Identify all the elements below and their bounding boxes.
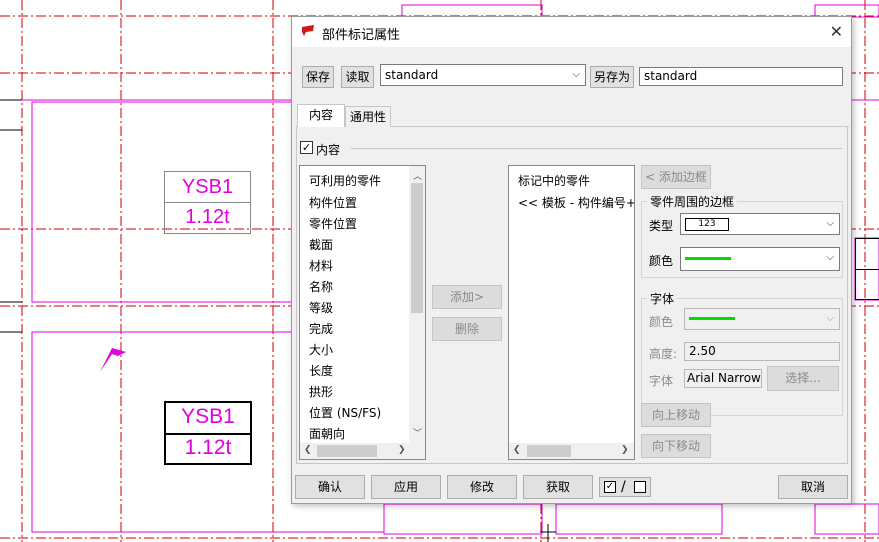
scroll-thumb[interactable] <box>317 445 377 457</box>
list-item[interactable]: 截面 <box>309 236 333 253</box>
available-parts-header: 可利用的零件 <box>309 174 382 188</box>
content-checkbox[interactable]: ✓ <box>300 141 313 154</box>
scroll-left-icon[interactable]: ❮ <box>304 445 312 455</box>
add-button[interactable]: 添加> <box>432 285 502 309</box>
font-name-field[interactable]: Arial Narrow <box>684 369 762 388</box>
list-item[interactable]: << 模板 - 构件编号+ <box>518 194 634 211</box>
available-parts-list[interactable]: 可利用的零件 构件位置 零件位置 截面 材料 名称 等级 完成 大小 长度 拱形… <box>299 165 426 460</box>
scroll-down-icon[interactable]: ﹀ <box>413 426 422 439</box>
save-as-button[interactable]: 另存为 <box>590 66 634 88</box>
add-frame-button[interactable]: < 添加边框 <box>641 165 711 189</box>
list-item[interactable]: 零件位置 <box>309 215 357 232</box>
list-item[interactable]: 材料 <box>309 257 333 274</box>
mark-parts-list[interactable]: 标记中的零件 << 模板 - 构件编号+ ❮ ❯ <box>508 165 635 460</box>
font-height-label: 高度: <box>649 347 678 361</box>
frame-color-label: 颜色 <box>649 254 674 268</box>
part-mark-properties-dialog[interactable]: 部件标记属性 ✕ 保存 读取 standard ⌵ 另存为 standard 内… <box>291 16 852 504</box>
scroll-thumb[interactable] <box>411 183 423 313</box>
scroll-right-icon[interactable]: ❯ <box>398 445 406 455</box>
toggle-all-button[interactable]: ✓ / <box>599 477 651 497</box>
part-mark-1-weight: 1.12t <box>185 206 230 228</box>
font-group-title: 字体 <box>647 290 678 307</box>
load-button[interactable]: 读取 <box>341 66 374 88</box>
frame-type-label: 类型 <box>649 219 674 233</box>
scroll-thumb[interactable] <box>527 445 571 457</box>
available-horizontal-scrollbar[interactable]: ❮ ❯ <box>300 443 411 459</box>
list-item[interactable]: 完成 <box>309 320 333 337</box>
list-item[interactable]: 大小 <box>309 341 333 358</box>
chevron-down-icon: ⌵ <box>826 252 834 263</box>
part-mark-2-name: YSB1 <box>181 405 235 428</box>
content-separator <box>351 148 842 149</box>
list-item[interactable]: 名称 <box>309 278 333 295</box>
frame-type-swatch: 123 <box>685 218 729 231</box>
font-name-label: 字体 <box>649 374 674 388</box>
ok-button[interactable]: 确认 <box>295 475 365 499</box>
save-as-field[interactable]: standard <box>639 67 843 86</box>
scroll-up-icon[interactable]: ︿ <box>413 169 422 182</box>
list-item[interactable]: 面朝向 <box>309 425 345 442</box>
frame-type-select[interactable]: 123 ⌵ <box>680 213 840 235</box>
dialog-title: 部件标记属性 <box>322 28 401 43</box>
content-checkbox-label: 内容 <box>316 143 341 157</box>
tab-content[interactable]: 内容 <box>297 104 345 128</box>
part-mark-1-name: YSB1 <box>181 176 234 198</box>
scroll-left-icon[interactable]: ❮ <box>513 445 521 455</box>
frame-color-select[interactable]: ⌵ <box>680 247 840 271</box>
part-mark-2-weight: 1.12t <box>184 436 232 459</box>
move-down-button[interactable]: 向下移动 <box>641 434 711 458</box>
app-icon <box>302 25 314 36</box>
move-up-button[interactable]: 向上移动 <box>641 403 711 427</box>
footer-bar: 确认 应用 修改 获取 ✓ / 取消 <box>292 469 851 504</box>
cancel-button[interactable]: 取消 <box>778 475 848 499</box>
font-color-swatch <box>689 317 735 320</box>
close-icon[interactable]: ✕ <box>830 22 843 41</box>
available-vertical-scrollbar[interactable]: ︿ ﹀ <box>409 166 425 443</box>
get-button[interactable]: 获取 <box>523 475 593 499</box>
chevron-down-icon: ⌵ <box>572 69 580 80</box>
frame-group-title: 零件周围的边框 <box>647 193 738 210</box>
apply-button[interactable]: 应用 <box>371 475 441 499</box>
save-button[interactable]: 保存 <box>302 66 334 88</box>
preset-value: standard <box>385 68 439 82</box>
list-item[interactable]: 位置 (NS/FS) <box>309 404 381 421</box>
list-item[interactable]: 等级 <box>309 299 333 316</box>
toggle-separator: / <box>621 479 626 495</box>
preset-select[interactable]: standard ⌵ <box>380 64 586 86</box>
modify-button[interactable]: 修改 <box>447 475 517 499</box>
checked-box-icon: ✓ <box>604 481 616 493</box>
list-item[interactable]: 长度 <box>309 362 333 379</box>
mark-horizontal-scrollbar[interactable]: ❮ ❯ <box>509 443 634 459</box>
title-bar[interactable]: 部件标记属性 ✕ <box>292 17 851 47</box>
chevron-down-icon: ⌵ <box>826 313 834 324</box>
scroll-corner <box>409 443 425 459</box>
font-color-label: 颜色 <box>649 315 674 329</box>
chevron-down-icon: ⌵ <box>826 218 834 229</box>
unchecked-box-icon <box>634 481 646 493</box>
section-arrow-icon <box>100 348 126 372</box>
font-name-value: Arial Narrow <box>687 371 761 385</box>
font-height-field[interactable]: 2.50 <box>684 342 840 361</box>
mark-parts-header: 标记中的零件 <box>518 174 591 188</box>
font-height-value: 2.50 <box>689 344 716 358</box>
list-item[interactable]: 拱形 <box>309 383 333 400</box>
scroll-right-icon[interactable]: ❯ <box>621 445 629 455</box>
save-as-value: standard <box>644 69 698 83</box>
tab-panel: ✓ 内容 可利用的零件 构件位置 零件位置 截面 材料 名称 等级 完成 大小 … <box>296 127 848 464</box>
font-color-select[interactable]: ⌵ <box>684 308 840 330</box>
tab-general[interactable]: 通用性 <box>345 106 391 128</box>
remove-button[interactable]: 删除 <box>432 317 502 341</box>
part-mark-3-partial[interactable] <box>855 238 879 300</box>
select-font-button[interactable]: 选择... <box>767 366 839 391</box>
edge-ticks <box>0 99 22 333</box>
list-item[interactable]: 构件位置 <box>309 194 357 211</box>
frame-color-swatch <box>685 257 731 260</box>
